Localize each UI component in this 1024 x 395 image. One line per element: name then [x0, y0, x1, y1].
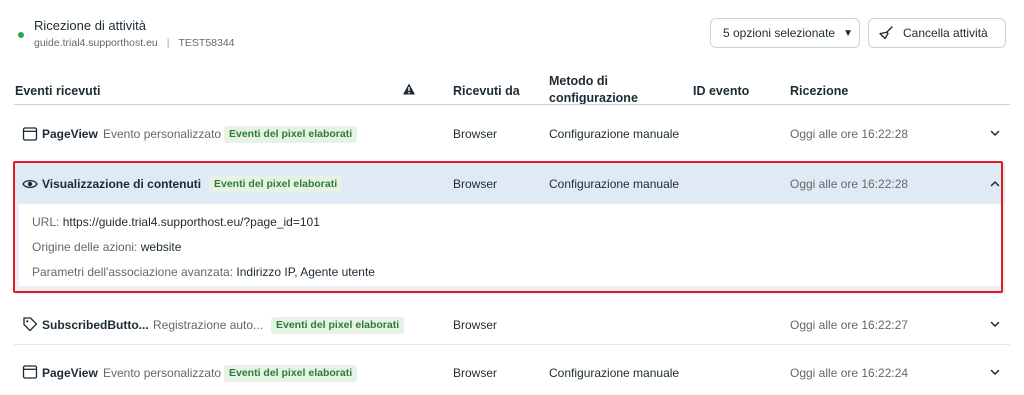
pixel-id-label: TEST58344: [178, 37, 235, 49]
col-events[interactable]: Eventi ricevuti: [15, 83, 100, 99]
domain-label: guide.trial4.supporthost.eu: [34, 37, 158, 49]
chevron-down-icon[interactable]: [988, 126, 1002, 140]
event-name: PageView: [42, 127, 98, 141]
caret-down-icon: ▼: [843, 27, 853, 39]
chevron-down-icon[interactable]: [988, 365, 1002, 379]
event-name: PageView: [42, 366, 98, 380]
row-divider: [14, 344, 1010, 345]
warning-icon: [403, 83, 415, 95]
highlight-frame: [13, 161, 1003, 293]
options-dropdown-label: 5 opzioni selezionate: [723, 26, 836, 40]
event-source: Browser: [453, 366, 498, 380]
browser-window-icon: [22, 127, 38, 141]
status-badge: Eventi del pixel elaborati: [224, 365, 358, 382]
tag-icon: [23, 317, 38, 332]
col-method-line1[interactable]: Metodo di: [549, 73, 608, 89]
col-event-id[interactable]: ID evento: [693, 83, 749, 99]
clear-activity-label: Cancella attività: [903, 26, 988, 40]
event-time: Oggi alle ore 16:22:24: [790, 366, 909, 380]
event-name: SubscribedButto...: [42, 318, 149, 332]
col-reception[interactable]: Ricezione: [790, 83, 848, 99]
event-type: Evento personalizzato: [103, 366, 222, 380]
browser-window-icon: [22, 365, 38, 379]
status-badge: Eventi del pixel elaborati: [271, 317, 405, 334]
separator: |: [166, 37, 170, 49]
event-method: Configurazione manuale: [549, 366, 680, 380]
activity-title: Ricezione di attività: [34, 18, 146, 33]
activity-subtitle: guide.trial4.supporthost.eu | TEST58344: [34, 37, 235, 49]
event-type: Evento personalizzato: [103, 127, 222, 141]
col-received-from[interactable]: Ricevuti da: [453, 83, 520, 99]
status-indicator: [18, 32, 24, 38]
status-badge: Eventi del pixel elaborati: [224, 126, 358, 143]
chevron-down-icon[interactable]: [988, 317, 1002, 331]
options-dropdown[interactable]: 5 opzioni selezionate ▼: [710, 18, 860, 48]
broom-icon: [879, 26, 893, 40]
event-time: Oggi alle ore 16:22:27: [790, 318, 909, 332]
event-time: Oggi alle ore 16:22:28: [790, 127, 909, 141]
event-source: Browser: [453, 127, 498, 141]
event-method: Configurazione manuale: [549, 127, 680, 141]
event-type: Registrazione auto...: [153, 318, 264, 332]
header-divider: [14, 104, 1010, 105]
clear-activity-button[interactable]: Cancella attività: [868, 18, 1006, 48]
event-source: Browser: [453, 318, 498, 332]
